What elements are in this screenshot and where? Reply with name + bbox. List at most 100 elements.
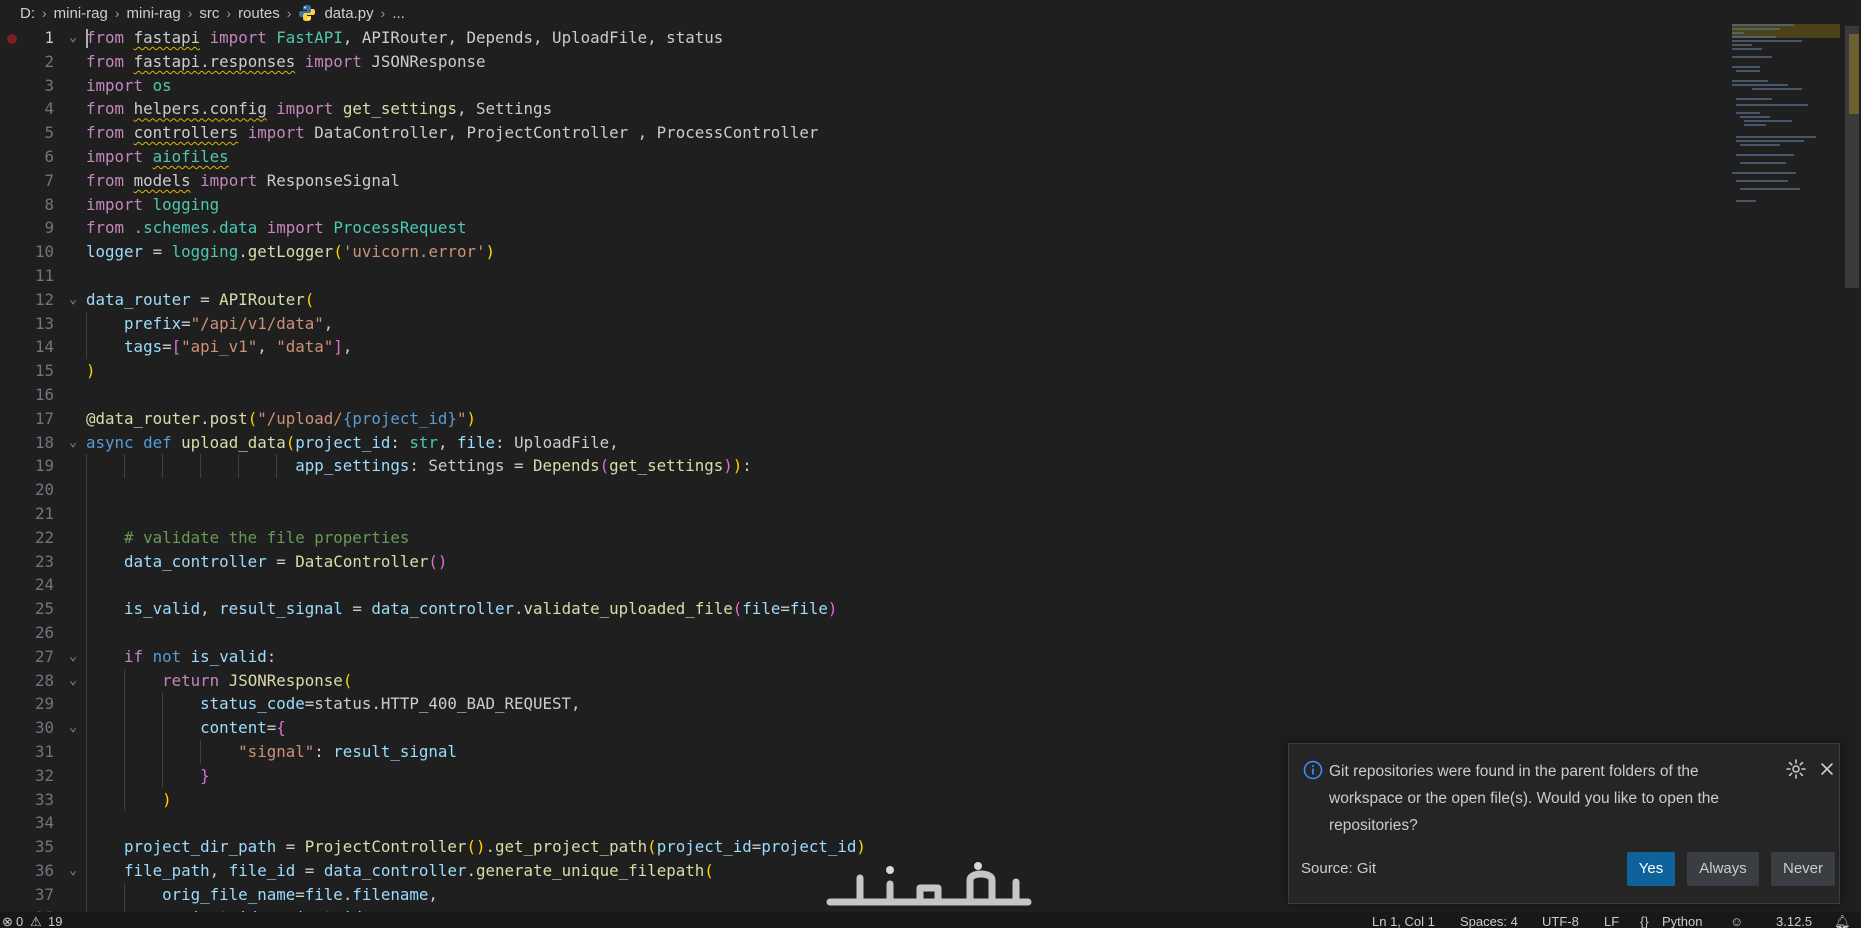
code-line: 17 @data_router.post("/upload/{project_id… bbox=[0, 407, 1840, 431]
cursor-position[interactable]: Ln 1, Col 1 bbox=[1372, 914, 1435, 928]
code-text: } bbox=[200, 765, 210, 785]
line-number: 5 bbox=[44, 123, 54, 143]
minimap-line bbox=[1736, 180, 1788, 182]
close-icon[interactable] bbox=[1817, 758, 1837, 780]
python-file-icon bbox=[298, 4, 316, 22]
braces-icon: {} bbox=[1640, 914, 1649, 928]
indentation[interactable]: Spaces: 4 bbox=[1460, 914, 1518, 928]
code-line: 6 import aiofiles bbox=[0, 145, 1840, 169]
line-number: 8 bbox=[44, 194, 54, 214]
problems-error-count[interactable]: 0 bbox=[16, 914, 23, 928]
breadcrumb-folder-root[interactable]: mini-rag bbox=[54, 5, 108, 22]
fold-chevron-icon[interactable]: ⌄ bbox=[66, 645, 80, 669]
indent-guide bbox=[86, 478, 87, 502]
line-number: 32 bbox=[34, 765, 54, 785]
line-number: 33 bbox=[34, 789, 54, 809]
code-line: 8 import logging bbox=[0, 193, 1840, 217]
watermark-logo bbox=[820, 858, 1040, 914]
indent-guide bbox=[86, 501, 87, 526]
code-text: # validate the file properties bbox=[124, 527, 410, 547]
line-number: 35 bbox=[34, 837, 54, 857]
code-text: from fastapi import FastAPI, APIRouter, … bbox=[86, 28, 724, 48]
code-line: 4 from helpers.config import get_settings… bbox=[0, 97, 1840, 121]
code-text: content={ bbox=[200, 718, 286, 738]
language-mode[interactable]: Python bbox=[1662, 914, 1702, 928]
line-number: 20 bbox=[34, 480, 54, 500]
always-button[interactable]: Always bbox=[1687, 852, 1759, 886]
indent-guide bbox=[86, 811, 87, 836]
code-text: status_code=status.HTTP_400_BAD_REQUEST, bbox=[200, 694, 581, 714]
code-text: @data_router.post("/upload/{project_id}"… bbox=[86, 408, 476, 428]
breadcrumb-folder-routes[interactable]: routes bbox=[238, 5, 280, 22]
code-line: 29 status_code=status.HTTP_400_BAD_REQUE… bbox=[0, 692, 1840, 717]
yes-button[interactable]: Yes bbox=[1627, 852, 1675, 886]
line-number: 4 bbox=[44, 99, 54, 119]
code-line: 28 ⌄ return JSONResponse( bbox=[0, 668, 1840, 693]
copilot-icon[interactable]: ☺ bbox=[1730, 914, 1743, 928]
fold-chevron-icon[interactable]: ⌄ bbox=[66, 288, 80, 312]
breadcrumb-symbol[interactable]: ... bbox=[392, 5, 405, 22]
encoding[interactable]: UTF-8 bbox=[1542, 914, 1579, 928]
breadcrumb-folder-project[interactable]: mini-rag bbox=[127, 5, 181, 22]
fold-chevron-icon[interactable]: ⌄ bbox=[66, 716, 80, 740]
status-bar: ⊗ 0 ⚠ 19 Ln 1, Col 1 Spaces: 4 UTF-8 LF … bbox=[0, 912, 1861, 928]
code-text: import logging bbox=[86, 194, 220, 214]
breadcrumb-folder-src[interactable]: src bbox=[199, 5, 219, 22]
fold-chevron-icon[interactable]: ⌄ bbox=[66, 431, 80, 455]
code-line: 23 data_controller = DataController() bbox=[0, 549, 1840, 574]
python-version[interactable]: 3.12.5 bbox=[1776, 914, 1812, 928]
git-repositories-notification: Git repositories were found in the paren… bbox=[1288, 743, 1840, 904]
code-text: if not is_valid: bbox=[124, 646, 277, 666]
indent-guide bbox=[86, 620, 87, 645]
chevron-right-icon: › bbox=[380, 5, 386, 21]
code-line: 9 from .schemes.data import ProcessReques… bbox=[0, 216, 1840, 240]
line-number: 21 bbox=[34, 503, 54, 523]
fold-chevron-icon[interactable]: ⌄ bbox=[66, 669, 80, 693]
fold-chevron-icon[interactable]: ⌄ bbox=[66, 859, 80, 883]
warning-icon[interactable]: ⚠ bbox=[30, 914, 42, 928]
gear-icon[interactable] bbox=[1785, 758, 1807, 780]
minimap-line bbox=[1732, 48, 1762, 50]
minimap-line bbox=[1732, 32, 1744, 34]
breadcrumb-drive[interactable]: D: bbox=[20, 5, 35, 22]
line-number: 36 bbox=[34, 860, 54, 880]
line-number: 37 bbox=[34, 884, 54, 904]
minimap-line bbox=[1732, 28, 1780, 30]
notification-message: Git repositories were found in the paren… bbox=[1329, 763, 1720, 834]
code-line: 30 ⌄ content={ bbox=[0, 716, 1840, 740]
bell-icon[interactable]: 🔔︎ bbox=[1834, 914, 1851, 928]
line-number: 2 bbox=[44, 51, 54, 71]
code-text: data_router = APIRouter( bbox=[86, 289, 315, 309]
problems-warning-count[interactable]: 19 bbox=[48, 914, 62, 928]
breadcrumb-file[interactable]: data.py bbox=[324, 5, 373, 22]
problems-error-icon[interactable]: ⊗ bbox=[2, 914, 13, 928]
line-number: 24 bbox=[34, 575, 54, 595]
vertical-scrollbar[interactable] bbox=[1843, 26, 1861, 912]
line-number: 31 bbox=[34, 741, 54, 761]
line-number: 22 bbox=[34, 527, 54, 547]
code-line: 12 ⌄ data_router = APIRouter( bbox=[0, 288, 1840, 312]
line-number: 3 bbox=[44, 75, 54, 95]
code-line: 2 from fastapi.responses import JSONRespo… bbox=[0, 50, 1840, 74]
code-text: data_controller = DataController() bbox=[124, 551, 448, 571]
code-line: 26 bbox=[0, 620, 1840, 645]
fold-chevron-icon[interactable]: ⌄ bbox=[66, 26, 80, 50]
code-line: 19 app_settings: Settings = Depends(get_… bbox=[0, 454, 1840, 479]
minimap-line bbox=[1732, 84, 1788, 86]
code-line: 7 from models import ResponseSignal bbox=[0, 169, 1840, 193]
minimap-line bbox=[1732, 44, 1752, 46]
minimap[interactable] bbox=[1732, 22, 1840, 212]
info-icon bbox=[1303, 760, 1323, 780]
minimap-line bbox=[1732, 36, 1776, 38]
minimap-line bbox=[1732, 24, 1794, 26]
end-of-line[interactable]: LF bbox=[1604, 914, 1619, 928]
line-number: 10 bbox=[34, 242, 54, 262]
minimap-line bbox=[1736, 104, 1808, 106]
minimap-line bbox=[1736, 70, 1760, 72]
line-number: 25 bbox=[34, 599, 54, 619]
code-line: 3 import os bbox=[0, 74, 1840, 98]
never-button[interactable]: Never bbox=[1771, 852, 1835, 886]
minimap-line bbox=[1736, 140, 1804, 142]
code-line: 24 bbox=[0, 573, 1840, 598]
line-number: 18 bbox=[34, 432, 54, 452]
